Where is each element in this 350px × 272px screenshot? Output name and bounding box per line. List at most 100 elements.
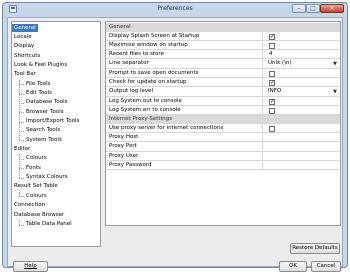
ok-button[interactable]: OK <box>279 261 307 272</box>
dropdown-value: INFO <box>268 87 282 94</box>
property-label: Prompt to save open documents <box>108 68 263 78</box>
property-row-proxy-password: Proxy Password <box>106 160 340 171</box>
tree-item-import-export-tools[interactable]: Import/Export Tools <box>24 117 81 126</box>
property-value[interactable]: 4 <box>266 50 340 59</box>
property-label: Proxy User <box>108 151 263 161</box>
property-value[interactable] <box>266 124 340 133</box>
tree-item-general[interactable]: General <box>12 23 38 33</box>
property-value[interactable] <box>266 142 340 151</box>
property-label: Display Splash Screen at Startup <box>108 31 263 41</box>
dropdown-select[interactable]: Unix (\n) ▼ <box>268 60 338 68</box>
help-button[interactable]: Help <box>13 261 48 272</box>
tree-item-table-data-panel[interactable]: Table Data Panel <box>24 220 74 229</box>
section-header-proxy: Internet Proxy Settings <box>106 115 340 124</box>
maximize-button[interactable]: □ <box>306 4 320 13</box>
tree-item-search-tools[interactable]: Search Tools <box>24 126 62 135</box>
minimize-button[interactable]: – <box>292 4 306 13</box>
property-value[interactable] <box>266 161 340 170</box>
tree-connector-tick <box>19 140 24 142</box>
property-value[interactable] <box>266 41 340 50</box>
chevron-down-icon[interactable]: ▼ <box>332 60 338 68</box>
property-row-line-separator: Line separator Unix (\n) ▼ <box>106 59 340 69</box>
tree-item-locale[interactable]: Locale <box>12 33 34 42</box>
tree-item-result-set-table[interactable]: Result Set Table <box>12 182 60 191</box>
tree-item-connection[interactable]: Connection <box>12 201 47 210</box>
property-value[interactable]: ✓ <box>266 97 340 106</box>
property-label: Log System.err to console <box>108 105 263 116</box>
tree-connector-tick <box>19 84 24 86</box>
property-row-proxy-host: Proxy Host <box>106 133 340 143</box>
tree-connector-tick <box>19 131 24 133</box>
section-header-general: General <box>106 23 340 32</box>
checkbox[interactable]: ✓ <box>269 33 275 40</box>
tree-connector-tick <box>19 196 24 198</box>
text-field[interactable]: 4 <box>269 50 273 59</box>
property-value[interactable] <box>266 133 340 142</box>
tree-connector-tick <box>19 177 24 179</box>
restore-defaults-button[interactable]: Restore Defaults <box>290 243 340 254</box>
tree-connector-tick <box>19 102 24 104</box>
tree-item-look-feel-plugins[interactable]: Look & Feel Plugins <box>12 61 69 70</box>
property-label: Line separator <box>108 59 263 69</box>
preferences-window: Preferences – □ ✕ General Locale Display Sh… <box>2 2 348 272</box>
checkbox[interactable] <box>269 125 275 132</box>
tree-item-editor[interactable]: Editor <box>12 145 32 154</box>
title-bar[interactable]: Preferences – □ ✕ <box>3 3 347 15</box>
property-row-check-for-update-on-startup: Check for update on startup ✓ <box>106 78 340 88</box>
property-value[interactable]: ✓ <box>266 32 340 41</box>
checkbox[interactable]: ✓ <box>269 98 275 105</box>
tree-item-tool-bar[interactable]: Tool Bar <box>12 70 38 79</box>
checkbox[interactable] <box>269 107 275 114</box>
cancel-button[interactable]: Cancel <box>311 261 341 272</box>
preferences-tree[interactable]: General Locale Display Shortcuts Look & Feel… <box>11 21 101 247</box>
property-row-log-system-out-to-console: Log System.out to console ✓ <box>106 96 340 106</box>
tree-item-database-browser[interactable]: Database Browser <box>12 211 66 220</box>
property-label: Maximise window on startup <box>108 40 263 51</box>
tree-item-display[interactable]: Display <box>12 42 36 51</box>
tree-connector <box>19 154 20 178</box>
tree-item-fonts[interactable]: Fonts <box>24 164 43 173</box>
tree-item-database-tools[interactable]: Database Tools <box>24 98 70 107</box>
property-row-output-log-level: Output log level INFO ▼ <box>106 87 340 97</box>
tree-item-system-tools[interactable]: System Tools <box>24 136 64 145</box>
tree-item-colours[interactable]: Colours <box>24 154 49 163</box>
property-row-display-splash-screen-at-startup: Display Splash Screen at Startup ✓ <box>106 31 340 41</box>
property-label: Use proxy server for internet connection… <box>108 123 263 133</box>
checkbox[interactable]: ✓ <box>269 80 275 86</box>
property-row-use-proxy-server-for-internet-connections: Use proxy server for internet connection… <box>106 123 340 133</box>
tree-item-file-tools[interactable]: File Tools <box>24 80 53 89</box>
property-value[interactable] <box>266 69 340 78</box>
dropdown-select[interactable]: INFO ▼ <box>268 88 338 96</box>
property-label: Output log level <box>108 87 263 97</box>
properties-panel: General Display Splash Screen at Startup ✓… <box>105 21 341 226</box>
tree-connector-tick <box>19 159 24 161</box>
property-value[interactable] <box>266 106 340 115</box>
close-button[interactable]: ✕ <box>320 4 344 13</box>
property-value[interactable] <box>266 152 340 161</box>
checkbox[interactable] <box>269 42 275 49</box>
property-value[interactable]: ✓ <box>266 78 340 87</box>
tree-item-browser-tools[interactable]: Browser Tools <box>24 108 66 117</box>
property-label: Log System.out to console <box>108 96 263 106</box>
tree-item-colours[interactable]: Colours <box>24 192 49 201</box>
property-row-proxy-port: Proxy Port <box>106 142 340 152</box>
property-row-proxy-user: Proxy User <box>106 151 340 161</box>
property-row-log-system-err-to-console: Log System.err to console <box>106 105 340 116</box>
tree-connector-tick <box>19 224 24 226</box>
property-label: Check for update on startup <box>108 78 263 88</box>
tree-connector-tick <box>19 121 24 123</box>
tree-item-syntax-colours[interactable]: Syntax Colours <box>24 173 69 182</box>
property-row-maximise-window-on-startup: Maximise window on startup <box>106 40 340 51</box>
property-value[interactable]: INFO ▼ <box>266 87 340 96</box>
property-label: Proxy Password <box>108 160 263 171</box>
checkbox[interactable] <box>269 70 275 77</box>
property-value[interactable]: Unix (\n) ▼ <box>266 59 340 68</box>
dropdown-value: Unix (\n) <box>268 59 292 66</box>
tree-connector-tick <box>19 168 24 170</box>
tree-item-shortcuts[interactable]: Shortcuts <box>12 52 42 61</box>
tree-item-edit-tools[interactable]: Edit Tools <box>24 89 54 98</box>
help-button-label: Help <box>24 263 37 269</box>
property-label: Proxy Port <box>108 142 263 152</box>
chevron-down-icon[interactable]: ▼ <box>332 88 338 96</box>
tree-connector-tick <box>19 112 24 114</box>
